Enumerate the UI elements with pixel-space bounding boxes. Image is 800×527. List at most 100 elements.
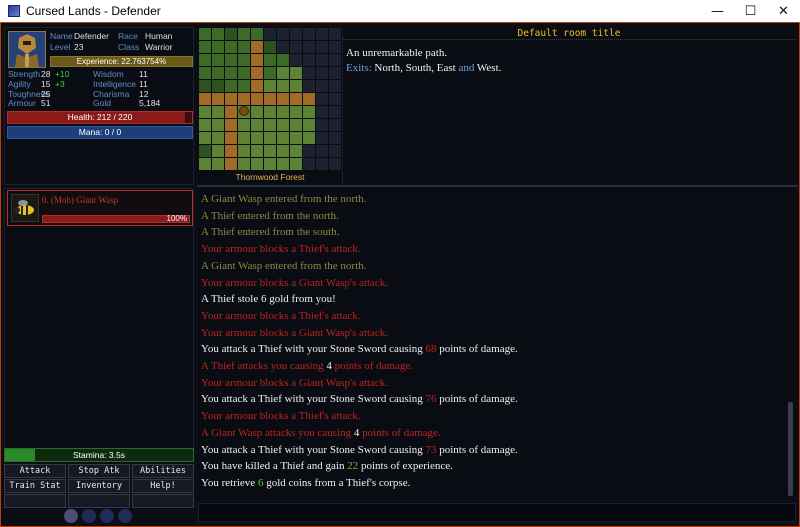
log-line: You attack a Thief with your Stone Sword… [201,391,788,408]
room-exits: Exits: North, South, East and West. [346,61,501,76]
map-tile [225,132,237,144]
map-tile [277,28,289,40]
abilities-button[interactable]: Abilities [132,464,194,478]
inventory-button[interactable]: Inventory [68,479,130,493]
map-tile [316,80,328,92]
attack-button[interactable]: Attack [4,464,66,478]
map-tile [238,67,250,79]
log-text: A Giant Wasp attacks you causing [201,426,354,439]
map-tile [212,54,224,66]
log-line: Your armour blocks a Thief's attack. [201,408,788,425]
map-tile [316,93,328,105]
map-tile [329,41,341,53]
page-dot[interactable] [64,509,78,523]
map-tile [264,106,276,118]
map-tile [238,119,250,131]
map-tile [277,54,289,66]
map-tile [212,67,224,79]
stamina-bar: Stamina: 3.5s [4,448,194,462]
log-text: points of damage. [359,426,441,439]
level-label: Level [50,41,71,52]
map-tile [225,93,237,105]
map-tile [277,41,289,53]
character-info: Name Defender Race Human Level 23 Class … [50,31,173,52]
log-text: You attack a Thief with your Stone Sword… [201,443,426,456]
empty-button-1[interactable] [4,494,66,508]
map-tile [316,106,328,118]
minimize-button[interactable]: — [701,0,734,23]
scrollbar-thumb[interactable] [788,402,793,496]
title-bar: Cursed Lands - Defender — ☐ ✕ [0,0,800,23]
map-tile [277,93,289,105]
map-tile [212,119,224,131]
map-tile [225,67,237,79]
log-text: Your armour blocks a Giant Wasp's attack… [201,326,389,339]
map-tile [225,54,237,66]
map-tile [329,119,341,131]
stop-attack-button[interactable]: Stop Atk [68,464,130,478]
exits-list[interactable]: North, South, East [374,62,455,74]
name-label: Name [50,31,73,41]
log-text: You attack a Thief with your Stone Sword… [201,393,426,406]
stamina-fill [5,449,35,461]
stat-value: 51 [41,98,51,109]
map-tile [316,67,328,79]
map-tile [199,106,211,118]
maximize-button[interactable]: ☐ [734,0,767,23]
page-dots [64,509,132,523]
map-tile [303,145,315,157]
log-number: 68 [425,343,437,356]
map-tile [264,67,276,79]
map-tile [316,132,328,144]
map-tile [264,80,276,92]
train-stat-button[interactable]: Train Stat [4,479,66,493]
page-dot[interactable] [118,509,132,523]
map-tile [225,80,237,92]
map-tile [303,80,315,92]
map-grid [199,28,341,170]
log-line: You attack a Thief with your Stone Sword… [201,442,788,459]
map-tile [303,93,315,105]
mob-target[interactable]: 0. (Mob) Giant Wasp 100% [7,190,193,226]
log-line: Your armour blocks a Thief's attack. [201,308,788,325]
character-race: Human [145,31,173,41]
log-line: Your armour blocks a Giant Wasp's attack… [201,325,788,342]
map-tile [303,119,315,131]
map-tile [251,54,263,66]
map-tile [238,54,250,66]
log-text: points of experience. [358,460,453,473]
empty-button-3[interactable] [132,494,194,508]
exits-last[interactable]: West. [477,62,501,74]
stat-bonus [55,99,93,109]
stat-label-2: Gold [93,98,111,109]
character-name: Defender [74,31,109,41]
log-text: Your armour blocks a Giant Wasp's attack… [201,376,389,389]
map-tile [303,158,315,170]
log-line: A Giant Wasp entered from the north. [201,191,788,208]
log-line: You have killed a Thief and gain 22 poin… [201,458,788,475]
map-tile [238,132,250,144]
page-dot[interactable] [82,509,96,523]
map-tile [199,28,211,40]
page-dot[interactable] [100,509,114,523]
help-button[interactable]: Help! [132,479,194,493]
map-tile [329,106,341,118]
map-tile [329,132,341,144]
log-line: A Giant Wasp entered from the north. [201,258,788,275]
map-tile [329,93,341,105]
race-label: Race [118,31,138,41]
map-tile [290,93,302,105]
window-title: Cursed Lands - Defender [26,4,161,18]
close-button[interactable]: ✕ [767,0,800,23]
log-scrollbar[interactable] [786,188,796,500]
app-icon [8,5,20,17]
exits-label: Exits: [346,62,372,74]
map-tile [251,28,263,40]
map-tile [212,132,224,144]
log-text: Your armour blocks a Thief's attack. [201,309,361,322]
map-tile [290,145,302,157]
command-input[interactable] [198,503,796,522]
empty-button-2[interactable] [68,494,130,508]
map-tile [199,132,211,144]
log-text: points of damage. [436,393,518,406]
